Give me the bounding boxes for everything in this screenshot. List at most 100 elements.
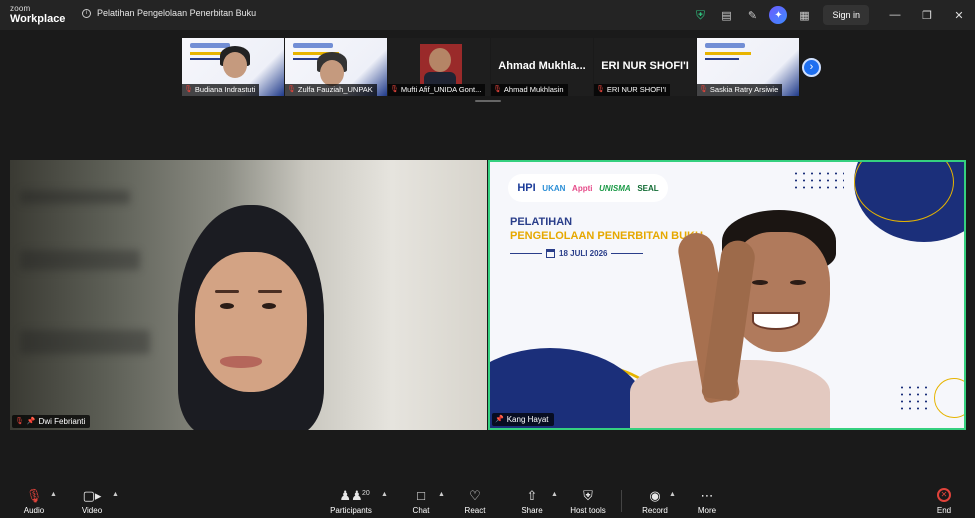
- video-tile-kang-hayat[interactable]: HPI UKAN Appti UNISMA SEAL PELATIHAN PEN…: [488, 160, 966, 430]
- participant-strip: 🎙 Budiana Indrastuti 🎙 Zulfa Fauziah_UNP…: [182, 38, 799, 96]
- participant-name: ERI NUR SHOFI'I: [606, 85, 667, 94]
- mic-muted-icon: 🎙: [184, 86, 193, 93]
- react-button[interactable]: ♡ React: [445, 488, 505, 515]
- chat-icon: □: [417, 488, 425, 503]
- ai-companion-icon[interactable]: ✦: [769, 6, 788, 24]
- thumbnail-tile[interactable]: ERI NUR SHOFI'I 🎙 ERI NUR SHOFI'I: [594, 38, 696, 96]
- thumbnail-label: 🎙 ERI NUR SHOFI'I: [594, 84, 671, 96]
- tools-icon[interactable]: ✎: [739, 0, 765, 30]
- end-call-icon: ✕: [937, 488, 951, 502]
- left-eyebrow: [215, 290, 239, 293]
- right-eye: [262, 303, 276, 309]
- record-button[interactable]: ◉ Record: [625, 488, 685, 515]
- shield-icon[interactable]: ⛨: [687, 0, 713, 30]
- participant-face: [195, 252, 307, 392]
- video-options-caret-icon[interactable]: ▲: [112, 491, 119, 498]
- slide-mini-date: [190, 58, 224, 60]
- thumbnail-tile[interactable]: Ahmad Mukhla... 🎙 Ahmad Mukhlasin: [491, 38, 593, 96]
- slide-title-line1: PELATIHAN: [510, 216, 573, 228]
- close-icon[interactable]: ✕: [943, 0, 975, 30]
- logo-line2: Workplace: [10, 13, 66, 25]
- right-eye: [790, 280, 806, 285]
- slide-mini-logo: [293, 43, 333, 48]
- participant-face: [223, 52, 247, 78]
- video-tile-dwi-febrianti[interactable]: 🎙 📌 Dwi Febrianti: [10, 160, 487, 430]
- slide-decor-circle: [934, 378, 964, 418]
- record-label: Record: [642, 506, 668, 515]
- calendar-icon: [546, 249, 555, 258]
- slide-mini-logo: [705, 43, 745, 48]
- participants-options-caret-icon[interactable]: ▲: [381, 491, 388, 498]
- date-line: [510, 253, 542, 254]
- mic-muted-icon: 🎙: [287, 86, 296, 93]
- tile-name-label: 📌 Kang Hayat: [492, 413, 554, 426]
- participant-name: Mufti Afif_UNIDA Gont...: [400, 85, 482, 94]
- thumbnail-tile[interactable]: 🎙 Zulfa Fauziah_UNPAK: [285, 38, 387, 96]
- zoom-logo: zoom Workplace: [10, 4, 66, 25]
- background-shelf: [20, 190, 130, 204]
- participant-name: Zulfa Fauziah_UNPAK: [297, 85, 373, 94]
- participant-name: Dwi Febrianti: [38, 417, 86, 426]
- end-button[interactable]: ✕ End: [914, 488, 974, 515]
- left-eye: [220, 303, 234, 309]
- minimize-icon[interactable]: —: [879, 0, 911, 30]
- next-page-button[interactable]: ›: [802, 58, 821, 77]
- participants-label: Participants: [330, 506, 372, 515]
- slide-decor-dots: [792, 170, 844, 190]
- camera-icon: ▢▸: [82, 488, 102, 503]
- thumbnail-tile[interactable]: 🎙 Mufti Afif_UNIDA Gont...: [388, 38, 490, 96]
- apps-grid-icon[interactable]: ▦: [791, 0, 817, 30]
- title-bar: zoom Workplace i Pelatihan Pengelolaan P…: [0, 0, 975, 30]
- hpi-logo: HPI: [517, 182, 536, 194]
- notes-icon[interactable]: ▤: [713, 0, 739, 30]
- participant-display-name: ERI NUR SHOFI'I: [601, 60, 689, 72]
- unisma-logo: UNISMA: [599, 183, 631, 193]
- slide-mini-title: [705, 52, 751, 55]
- participants-icon: ♟♟: [339, 488, 363, 503]
- mic-muted-icon: 🎙: [596, 86, 605, 93]
- strip-scroll-indicator[interactable]: [475, 100, 501, 102]
- participants-button[interactable]: ♟♟ Participants: [321, 488, 381, 515]
- heart-icon: ♡: [469, 488, 481, 503]
- share-label: Share: [521, 506, 543, 515]
- pin-icon: 📌: [495, 416, 504, 423]
- restore-icon[interactable]: ❐: [911, 0, 943, 30]
- share-options-caret-icon[interactable]: ▲: [551, 491, 558, 498]
- chat-label: Chat: [412, 506, 430, 515]
- record-options-caret-icon[interactable]: ▲: [669, 491, 676, 498]
- right-eyebrow: [258, 290, 282, 293]
- mic-muted-icon: 🎙: [493, 86, 502, 93]
- participant-lips: [220, 356, 262, 368]
- chat-options-caret-icon[interactable]: ▲: [438, 491, 445, 498]
- mic-muted-icon: 🎙: [699, 86, 708, 93]
- meeting-toolbar: 🎙 Audio ▲ ▢▸ Video ▲ ♟♟ Participants 20 …: [0, 480, 975, 518]
- audio-label: Audio: [23, 506, 45, 515]
- participant-name: Saskia Ratry Arsiwie: [709, 85, 779, 94]
- shield-icon: ⛨: [583, 488, 593, 503]
- speaker-smile: [752, 312, 800, 330]
- end-label: End: [936, 506, 952, 515]
- end-call-icon-wrap: ✕: [937, 488, 951, 504]
- slide-decor-dots: [898, 384, 932, 412]
- info-icon[interactable]: i: [82, 8, 91, 18]
- participant-name: Budiana Indrastuti: [194, 85, 256, 94]
- video-label: Video: [81, 506, 103, 515]
- more-button[interactable]: ⋯ More: [677, 488, 737, 515]
- ukan-logo: UKAN: [542, 183, 566, 193]
- thumbnail-tile[interactable]: 🎙 Saskia Ratry Arsiwie: [697, 38, 799, 96]
- sign-in-button[interactable]: Sign in: [823, 5, 869, 25]
- appti-logo: Appti: [572, 183, 593, 193]
- thumbnail-tile[interactable]: 🎙 Budiana Indrastuti: [182, 38, 284, 96]
- meeting-title: Pelatihan Pengelolaan Penerbitan Buku: [97, 8, 257, 18]
- background-shelf: [20, 330, 150, 354]
- thumbnail-label: 🎙 Ahmad Mukhlasin: [491, 84, 568, 96]
- audio-options-caret-icon[interactable]: ▲: [50, 491, 57, 498]
- slide-mini-logo: [190, 43, 230, 48]
- meeting-info[interactable]: i Pelatihan Pengelolaan Penerbitan Buku: [82, 8, 256, 18]
- mic-muted-icon: 🎙: [390, 86, 399, 93]
- host-tools-button[interactable]: ⛨ Host tools: [558, 488, 618, 515]
- share-screen-icon: ⇧: [526, 488, 538, 503]
- record-icon: ◉: [649, 488, 661, 503]
- participant-name: Ahmad Mukhlasin: [503, 85, 564, 94]
- tile-name-label: 🎙 📌 Dwi Febrianti: [12, 415, 91, 428]
